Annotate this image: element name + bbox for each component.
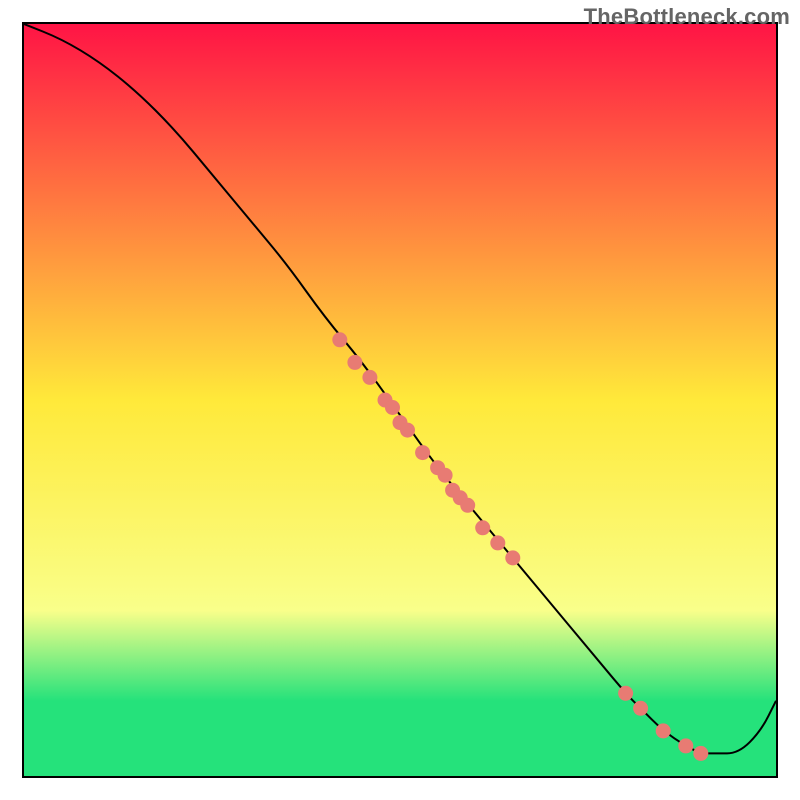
bottleneck-curve [24,24,776,753]
curve-marker [505,550,520,565]
curve-marker [415,445,430,460]
curve-markers [332,332,708,761]
curve-marker [618,686,633,701]
chart-curve-layer [24,24,776,776]
watermark-text: TheBottleneck.com [584,4,790,30]
curve-marker [438,468,453,483]
curve-marker [400,423,415,438]
plot-frame [22,22,778,778]
curve-marker [678,738,693,753]
curve-marker [693,746,708,761]
curve-marker [656,723,671,738]
curve-marker [490,535,505,550]
curve-marker [475,520,490,535]
chart-stage: TheBottleneck.com [0,0,800,800]
curve-marker [633,701,648,716]
curve-marker [332,332,347,347]
curve-marker [385,400,400,415]
curve-marker [347,355,362,370]
curve-marker [460,498,475,513]
curve-marker [362,370,377,385]
